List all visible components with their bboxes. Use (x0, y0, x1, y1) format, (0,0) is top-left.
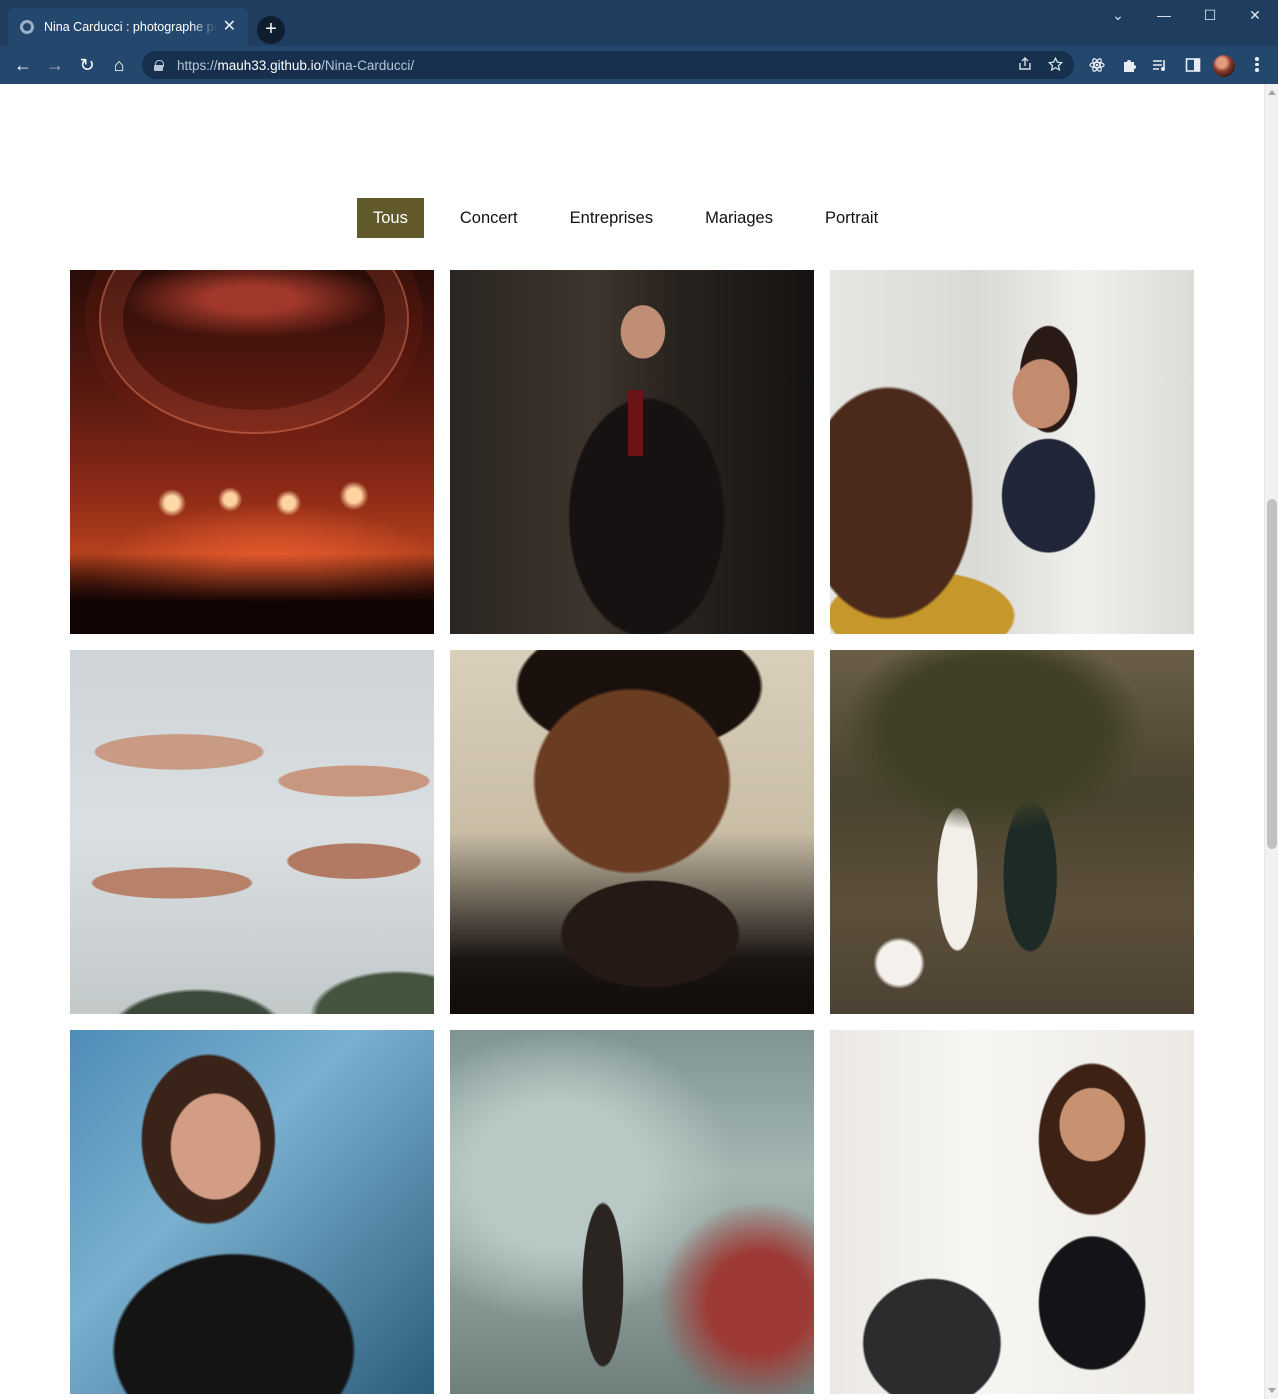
tab-search-icon[interactable]: ⌄ (1095, 0, 1141, 30)
woman-laughing-laptop-photo[interactable] (830, 1030, 1194, 1394)
filter-concert-button[interactable]: Concert (444, 198, 534, 238)
profile-avatar[interactable] (1213, 55, 1235, 77)
tab-title: Nina Carducci : photographe pas (44, 20, 217, 34)
concert-smoke-performer-photo[interactable] (450, 1030, 814, 1394)
new-tab-button[interactable]: + (257, 16, 285, 44)
scrollbar-thumb[interactable] (1267, 499, 1277, 849)
concert-crowd-photo[interactable] (70, 270, 434, 634)
filter-tous-button[interactable]: Tous (357, 198, 424, 238)
back-arrow-icon[interactable]: ← (10, 53, 36, 77)
minimize-icon[interactable]: — (1141, 0, 1187, 30)
close-tab-icon[interactable]: ✕ (223, 19, 236, 35)
url-text[interactable]: https://mauh33.github.io/Nina-Carducci/ (177, 58, 414, 73)
react-devtools-icon[interactable] (1089, 57, 1105, 77)
wedding-couple-palm-photo[interactable] (830, 650, 1194, 1014)
star-icon[interactable] (1047, 56, 1064, 75)
woman-glasses-portrait-photo[interactable] (70, 1030, 434, 1394)
media-queue-icon[interactable] (1152, 57, 1168, 77)
lock-icon[interactable] (154, 59, 164, 71)
scroll-up-arrow-icon[interactable] (1268, 90, 1276, 95)
home-icon[interactable]: ⌂ (106, 53, 132, 77)
maximize-icon[interactable]: ☐ (1187, 0, 1233, 30)
kebab-menu-icon[interactable] (1250, 55, 1264, 75)
page-scrollbar[interactable] (1264, 84, 1278, 1399)
office-meeting-photo[interactable] (830, 270, 1194, 634)
hands-wedding-ring-photo[interactable] (70, 650, 434, 1014)
browser-toolbar: ← → ↻ ⌂ https://mauh33.github.io/Nina-Ca… (0, 46, 1278, 84)
share-icon[interactable] (1018, 57, 1032, 74)
reload-icon[interactable]: ↻ (74, 53, 100, 77)
globe-icon (20, 20, 34, 34)
scroll-down-arrow-icon[interactable] (1268, 1388, 1276, 1393)
gallery-filters: Tous Concert Entreprises Mariages Portra… (357, 198, 894, 238)
filter-entreprises-button[interactable]: Entreprises (554, 198, 669, 238)
filter-portrait-button[interactable]: Portrait (809, 198, 894, 238)
puzzle-extensions-icon[interactable] (1121, 57, 1137, 77)
page-viewport: Tous Concert Entreprises Mariages Portra… (0, 84, 1264, 1399)
businessman-portrait-photo[interactable] (450, 270, 814, 634)
browser-tab[interactable]: Nina Carducci : photographe pas ✕ (8, 8, 248, 46)
side-panel-icon[interactable] (1185, 57, 1201, 77)
man-closed-eyes-portrait-photo[interactable] (450, 650, 814, 1014)
filter-mariages-button[interactable]: Mariages (689, 198, 789, 238)
browser-chrome: Nina Carducci : photographe pas ✕ + ⌄ — … (0, 0, 1278, 84)
address-bar[interactable]: https://mauh33.github.io/Nina-Carducci/ (142, 51, 1074, 79)
forward-arrow-icon[interactable]: → (42, 53, 68, 77)
close-window-icon[interactable]: ✕ (1232, 0, 1278, 30)
tab-strip: Nina Carducci : photographe pas ✕ + ⌄ — … (0, 0, 1278, 46)
